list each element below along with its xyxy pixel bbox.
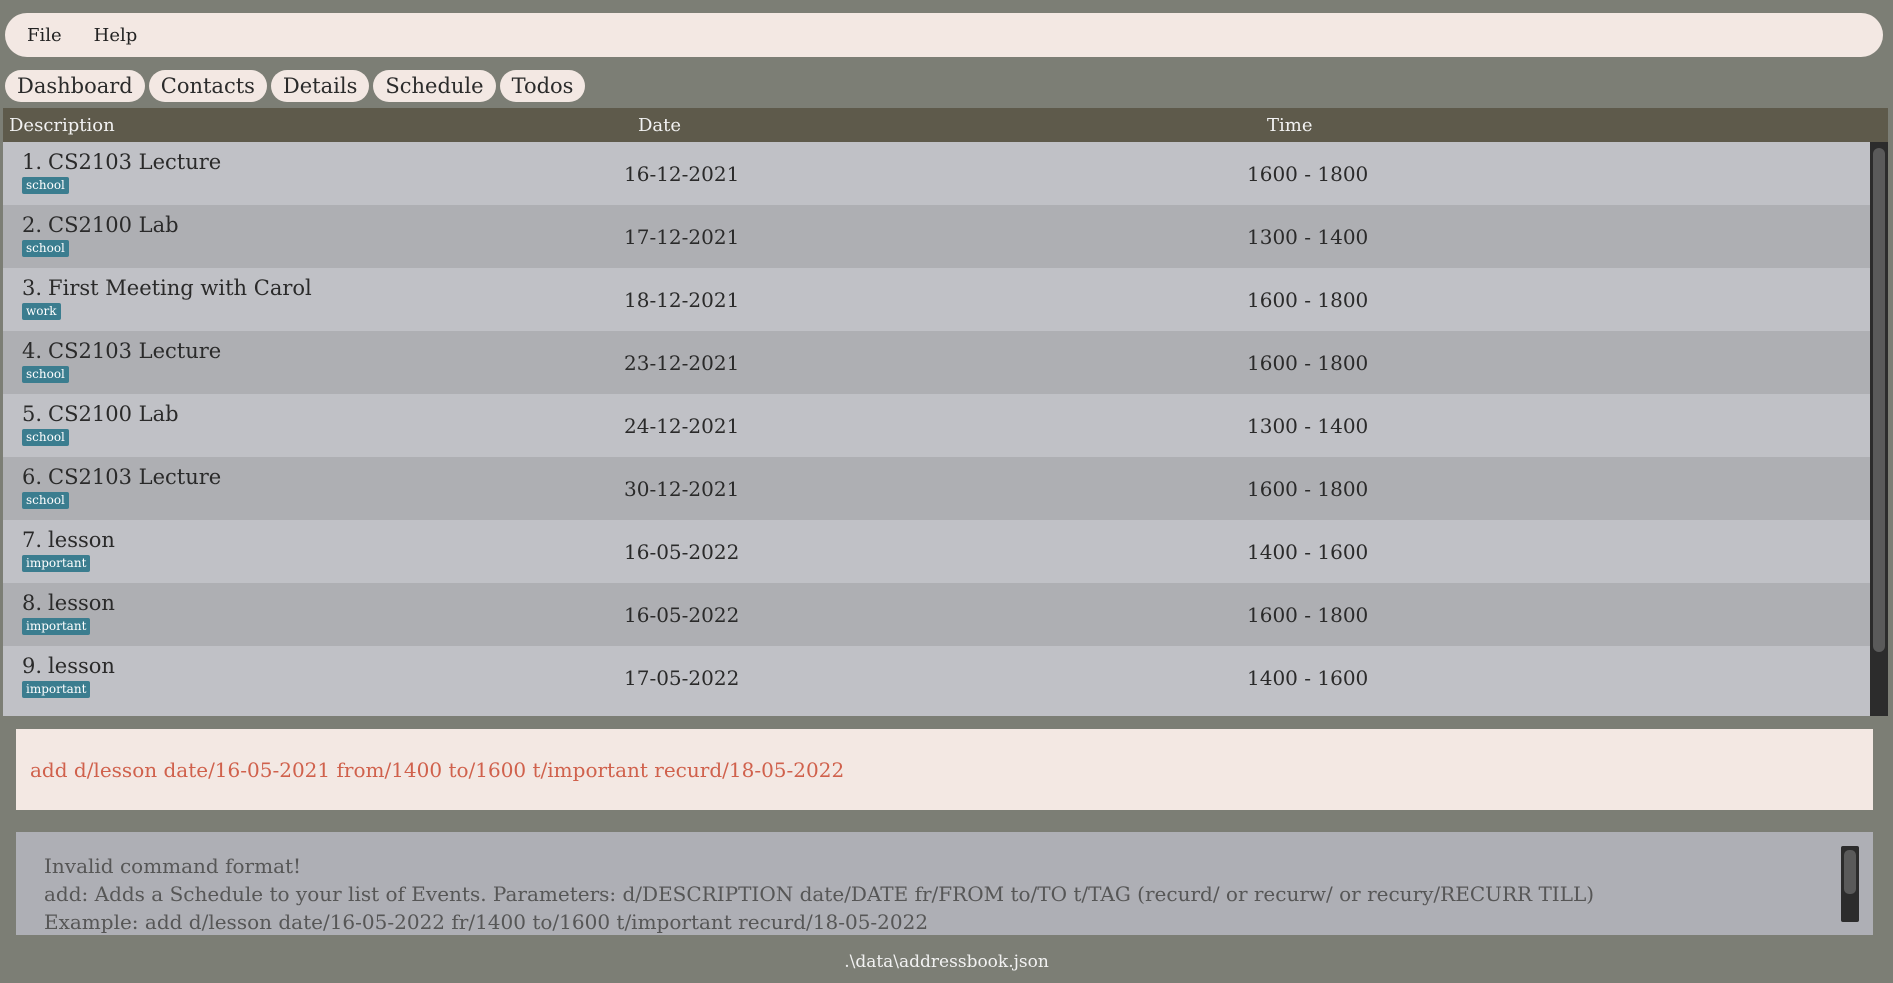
row-description-cell: 4. CS2103 Lecture school [22, 339, 221, 383]
status-bar-file-path: .\data\addressbook.json [844, 952, 1049, 972]
row-description: 9. lesson [22, 654, 115, 678]
row-description: 2. CS2100 Lab [22, 213, 179, 237]
column-header-time[interactable]: Time [1267, 115, 1312, 136]
tab-schedule[interactable]: Schedule [373, 70, 496, 102]
row-title: CS2103 Lecture [48, 150, 222, 174]
row-date: 18-12-2021 [624, 288, 740, 312]
schedule-table: Description Date Time 1. CS2103 Lecture sc… [3, 108, 1888, 716]
tag-badge: school [22, 492, 69, 509]
row-index: 4. [22, 339, 43, 363]
row-date: 16-05-2022 [624, 540, 740, 564]
row-description: 6. CS2103 Lecture [22, 465, 221, 489]
row-time: 1600 - 1800 [1247, 288, 1369, 312]
command-input[interactable]: add d/lesson date/16-05-2021 from/1400 t… [30, 758, 844, 782]
row-time: 1600 - 1800 [1247, 351, 1369, 375]
tab-dashboard[interactable]: Dashboard [5, 70, 145, 102]
row-title: First Meeting with Carol [48, 276, 312, 300]
row-index: 6. [22, 465, 43, 489]
table-row[interactable]: 5. CS2100 Lab school 24-12-2021 1300 - 1400 [3, 394, 1888, 457]
tag-badge: important [22, 618, 91, 635]
row-index: 3. [22, 276, 43, 300]
tag-badge: school [22, 177, 69, 194]
table-scrollbar[interactable] [1870, 142, 1888, 716]
row-description-cell: 9. lesson important [22, 654, 115, 698]
table-body: 1. CS2103 Lecture school 16-12-2021 1600 - 1… [3, 142, 1888, 709]
result-line: Invalid command format! [44, 854, 302, 878]
row-description: 4. CS2103 Lecture [22, 339, 221, 363]
row-index: 2. [22, 213, 43, 237]
table-row[interactable]: 3. First Meeting with Carol work 18-12-2021… [3, 268, 1888, 331]
table-row[interactable]: 9. lesson important 17-05-2022 1400 - 1600 [3, 646, 1888, 709]
table-header: Description Date Time [3, 108, 1888, 142]
row-date: 23-12-2021 [624, 351, 740, 375]
row-description-cell: 3. First Meeting with Carol work [22, 276, 312, 320]
row-description: 5. CS2100 Lab [22, 402, 179, 426]
row-date: 24-12-2021 [624, 414, 740, 438]
row-time: 1400 - 1600 [1247, 540, 1369, 564]
tag-badge: school [22, 240, 69, 257]
column-header-description[interactable]: Description [9, 115, 115, 136]
row-index: 7. [22, 528, 43, 552]
tag-badge: important [22, 681, 91, 698]
table-row[interactable]: 7. lesson important 16-05-2022 1400 - 1600 [3, 520, 1888, 583]
table-row[interactable]: 8. lesson important 16-05-2022 1600 - 1800 [3, 583, 1888, 646]
tab-details[interactable]: Details [270, 70, 370, 102]
row-time: 1600 - 1800 [1247, 162, 1369, 186]
tag-badge: important [22, 555, 91, 572]
result-scrollbar[interactable] [1841, 846, 1859, 922]
row-time: 1600 - 1800 [1247, 477, 1369, 501]
row-title: CS2100 Lab [48, 213, 179, 237]
column-header-date[interactable]: Date [638, 115, 681, 136]
row-description-cell: 8. lesson important [22, 591, 115, 635]
result-display: Invalid command format! add: Adds a Sche… [16, 832, 1873, 935]
row-title: CS2103 Lecture [48, 465, 222, 489]
tag-badge: school [22, 366, 69, 383]
result-line: add: Adds a Schedule to your list of Eve… [44, 882, 1595, 906]
command-input-box[interactable]: add d/lesson date/16-05-2021 from/1400 t… [16, 729, 1873, 810]
row-title: lesson [48, 528, 115, 552]
row-title: CS2100 Lab [48, 402, 179, 426]
row-index: 8. [22, 591, 43, 615]
table-row[interactable]: 4. CS2103 Lecture school 23-12-2021 1600 - 1… [3, 331, 1888, 394]
table-row[interactable]: 6. CS2103 Lecture school 30-12-2021 1600 - 1… [3, 457, 1888, 520]
menu-help[interactable]: Help [92, 21, 140, 50]
row-title: lesson [48, 591, 115, 615]
row-date: 16-12-2021 [624, 162, 740, 186]
row-index: 5. [22, 402, 43, 426]
row-time: 1400 - 1600 [1247, 666, 1369, 690]
row-date: 17-05-2022 [624, 666, 740, 690]
row-index: 9. [22, 654, 43, 678]
menu-file[interactable]: File [25, 21, 64, 50]
row-description-cell: 1. CS2103 Lecture school [22, 150, 221, 194]
row-description-cell: 7. lesson important [22, 528, 115, 572]
tab-bar: Dashboard Contacts Details Schedule Todo… [5, 70, 586, 102]
tab-contacts[interactable]: Contacts [148, 70, 267, 102]
table-scrollbar-thumb[interactable] [1873, 148, 1885, 652]
row-time: 1300 - 1400 [1247, 414, 1369, 438]
tab-todos[interactable]: Todos [499, 70, 586, 102]
row-time: 1300 - 1400 [1247, 225, 1369, 249]
tag-badge: school [22, 429, 69, 446]
table-row[interactable]: 2. CS2100 Lab school 17-12-2021 1300 - 1400 [3, 205, 1888, 268]
row-date: 17-12-2021 [624, 225, 740, 249]
row-index: 1. [22, 150, 43, 174]
tag-badge: work [22, 303, 61, 320]
row-description: 8. lesson [22, 591, 115, 615]
row-description-cell: 6. CS2103 Lecture school [22, 465, 221, 509]
row-title: CS2103 Lecture [48, 339, 222, 363]
row-description: 1. CS2103 Lecture [22, 150, 221, 174]
menu-bar: File Help [5, 13, 1883, 57]
row-title: lesson [48, 654, 115, 678]
row-description: 7. lesson [22, 528, 115, 552]
result-line: Example: add d/lesson date/16-05-2022 fr… [44, 910, 929, 934]
row-date: 16-05-2022 [624, 603, 740, 627]
row-time: 1600 - 1800 [1247, 603, 1369, 627]
row-date: 30-12-2021 [624, 477, 740, 501]
table-row[interactable]: 1. CS2103 Lecture school 16-12-2021 1600 - 1… [3, 142, 1888, 205]
result-scrollbar-thumb[interactable] [1844, 850, 1856, 894]
row-description-cell: 2. CS2100 Lab school [22, 213, 179, 257]
row-description: 3. First Meeting with Carol [22, 276, 312, 300]
row-description-cell: 5. CS2100 Lab school [22, 402, 179, 446]
